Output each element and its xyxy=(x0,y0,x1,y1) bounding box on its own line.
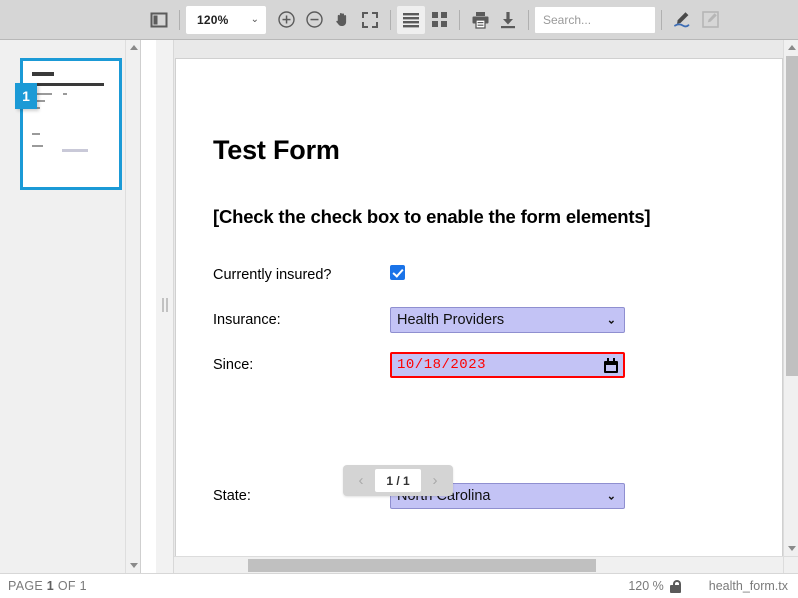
status-bar: PAGE 1 OF 1 120 % health_form.tx xyxy=(0,573,798,598)
zoom-out-icon[interactable] xyxy=(300,6,328,34)
since-date-value: 10/18/2023 xyxy=(397,357,487,373)
grid-view-glyph xyxy=(431,12,447,27)
highlight-pen-icon[interactable] xyxy=(668,6,696,34)
toolbar-separator xyxy=(459,9,460,30)
scroll-right-arrow[interactable] xyxy=(768,558,783,573)
single-page-view-icon[interactable] xyxy=(397,5,425,34)
panel-splitter[interactable] xyxy=(156,40,174,573)
thumbnail-page-number-badge: 1 xyxy=(15,83,37,109)
download-icon[interactable] xyxy=(494,6,522,34)
status-right-group: 120 % health_form.tx xyxy=(628,579,788,593)
field-currently-insured xyxy=(390,265,405,285)
next-page-button[interactable]: › xyxy=(421,465,449,496)
fit-to-screen-icon[interactable] xyxy=(356,6,384,34)
highlight-pen-glyph xyxy=(674,12,690,28)
thumbnail-page-1[interactable] xyxy=(20,58,122,190)
sidebar-toggle-glyph xyxy=(150,12,168,27)
pan-hand-icon[interactable] xyxy=(328,6,356,34)
document-content: Test Form [Check the check box to enable… xyxy=(213,135,762,528)
annotate-edit-icon[interactable] xyxy=(696,6,724,34)
form-row-since: Since: 10/18/2023 xyxy=(213,352,762,378)
thumb-mini-title xyxy=(32,72,54,76)
zoom-level-select[interactable]: 120% ⌄ xyxy=(186,5,266,34)
form-row-state: State: North Carolina ⌄ xyxy=(213,483,762,509)
pan-hand-glyph xyxy=(335,12,346,27)
horizontal-scrollbar-thumb[interactable] xyxy=(248,559,596,572)
page-subtitle: [Check the check box to enable the form … xyxy=(213,206,651,227)
page-status-current: 1 xyxy=(46,579,55,593)
scrollbar-corner xyxy=(783,556,798,573)
pdf-viewer-window: 120% ⌄ Search... 1 Test Form [Check the … xyxy=(0,0,798,598)
since-date-field[interactable]: 10/18/2023 xyxy=(390,352,625,378)
toolbar: 120% ⌄ xyxy=(0,0,798,40)
thumb-mini-line xyxy=(32,133,40,135)
grid-view-icon[interactable] xyxy=(425,6,453,34)
toolbar-separator xyxy=(528,9,529,30)
print-glyph xyxy=(472,11,488,29)
lock-icon[interactable] xyxy=(669,579,681,593)
thumbnail-panel: 1 xyxy=(0,40,141,573)
zoom-out-glyph xyxy=(305,11,323,28)
insurance-select[interactable]: Health Providers xyxy=(390,307,625,333)
form-row-insured: Currently insured? xyxy=(213,262,762,288)
single-page-view-glyph xyxy=(403,12,419,27)
sidebar-toggle-icon[interactable] xyxy=(145,6,173,34)
thumbnail-scroll-up-arrow[interactable] xyxy=(126,40,141,55)
currently-insured-checkbox[interactable] xyxy=(390,265,405,280)
thumb-mini-line xyxy=(62,149,88,152)
page-status-total: 1 xyxy=(79,579,87,593)
chevron-down-icon: ⌄ xyxy=(250,14,259,25)
zoom-status-text: 120 % xyxy=(628,579,664,593)
toolbar-separator xyxy=(390,9,391,30)
viewer-vertical-scrollbar[interactable] xyxy=(783,40,798,556)
zoom-in-icon[interactable] xyxy=(272,6,300,34)
download-glyph xyxy=(501,11,515,28)
previous-page-button[interactable]: ‹ xyxy=(347,465,375,496)
vertical-scrollbar-thumb[interactable] xyxy=(786,56,798,376)
thumbnail-item[interactable]: 1 xyxy=(15,58,122,190)
label-currently-insured: Currently insured? xyxy=(213,267,332,283)
page-status-mid: OF xyxy=(54,579,80,593)
calendar-icon[interactable] xyxy=(604,357,618,373)
label-insurance: Insurance: xyxy=(213,312,281,328)
page-status-text: PAGE 1 OF 1 xyxy=(8,579,87,593)
search-input[interactable] xyxy=(535,6,655,33)
zoom-level-value: 120% xyxy=(197,12,229,27)
zoom-in-glyph xyxy=(277,11,295,28)
thumbnail-scroll-down-arrow[interactable] xyxy=(126,558,141,573)
document-page: Test Form [Check the check box to enable… xyxy=(175,58,783,556)
scroll-up-arrow[interactable] xyxy=(784,40,798,55)
page-title: Test Form xyxy=(213,135,340,165)
content-gap xyxy=(213,397,762,483)
thumbnail-scrollbar[interactable] xyxy=(125,40,140,573)
page-indicator[interactable]: 1 / 1 xyxy=(375,469,421,492)
scroll-down-arrow[interactable] xyxy=(784,541,798,556)
thumb-mini-line xyxy=(32,145,43,147)
field-insurance: Health Providers ⌄ xyxy=(390,307,625,333)
thumb-mini-subtitle xyxy=(32,83,104,86)
viewer-horizontal-scrollbar[interactable] xyxy=(174,556,783,573)
document-viewer: Test Form [Check the check box to enable… xyxy=(174,40,783,556)
label-since: Since: xyxy=(213,357,254,373)
fit-screen-glyph xyxy=(362,11,378,28)
file-name-label: health_form.tx xyxy=(708,579,788,593)
page-navigation-widget: ‹ 1 / 1 › xyxy=(343,465,453,496)
form-row-insurance: Insurance: Health Providers ⌄ xyxy=(213,307,762,333)
toolbar-separator xyxy=(661,9,662,30)
splitter-grip-icon xyxy=(162,298,168,312)
thumb-mini-line xyxy=(63,93,67,95)
scroll-left-arrow[interactable] xyxy=(174,558,189,573)
toolbar-separator xyxy=(179,9,180,30)
annotate-edit-glyph xyxy=(701,11,719,28)
print-icon[interactable] xyxy=(466,6,494,34)
page-status-prefix: PAGE xyxy=(8,579,47,593)
